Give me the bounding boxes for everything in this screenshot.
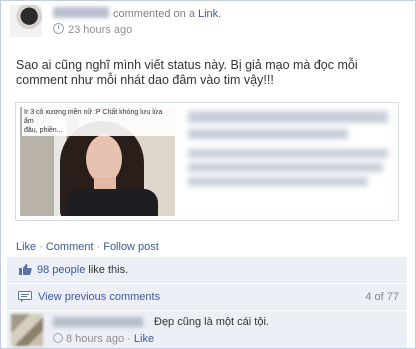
author-name-blurred[interactable] bbox=[53, 7, 109, 18]
likes-suffix: like this. bbox=[88, 264, 129, 276]
likes-count-link[interactable]: 98 people bbox=[37, 264, 85, 276]
photo-caption-line2: đâu, phiền... bbox=[24, 127, 63, 134]
shared-photo[interactable]: Ir 3 cô xương mền nữ :P Chất khóng lưu l… bbox=[20, 107, 175, 216]
story-action-text: commented on a bbox=[113, 8, 195, 20]
shared-link-attachment[interactable]: Ir 3 cô xương mền nữ :P Chất khóng lưu l… bbox=[15, 102, 399, 221]
commenter-avatar[interactable] bbox=[11, 314, 43, 346]
link-title-blurred[interactable] bbox=[188, 111, 388, 123]
author-avatar[interactable] bbox=[10, 5, 42, 37]
comment-like-action[interactable]: Like bbox=[134, 333, 154, 345]
photo-caption-line1: Ir 3 cô xương mền nữ :P Chất khóng lưu l… bbox=[24, 109, 163, 125]
clock-icon bbox=[53, 23, 64, 34]
comment-bubble-icon bbox=[18, 291, 32, 302]
comment-time[interactable]: 8 hours ago bbox=[66, 333, 124, 345]
likes-summary: 98 people like this. bbox=[7, 257, 407, 283]
thumbs-up-icon bbox=[19, 264, 32, 275]
photo-caption: Ir 3 cô xương mền nữ :P Chất khóng lưu l… bbox=[22, 107, 175, 136]
comment-meta: 8 hours ago · Like bbox=[53, 333, 154, 345]
comment-text: Đẹp cũng là một cái tội. bbox=[154, 316, 269, 328]
link-domain-blurred bbox=[188, 129, 348, 139]
separator: · bbox=[127, 333, 131, 345]
follow-post-action[interactable]: Follow post bbox=[103, 241, 159, 253]
view-previous-comments-link[interactable]: View previous comments bbox=[38, 291, 160, 303]
link-desc-blurred-3 bbox=[188, 177, 368, 186]
story-header: commented on a Link. bbox=[53, 7, 221, 20]
link-anchor[interactable]: Link. bbox=[198, 8, 221, 20]
like-action[interactable]: Like bbox=[16, 241, 36, 253]
comment-counter: 4 of 77 bbox=[365, 291, 399, 303]
commenter-name-blurred[interactable] bbox=[53, 317, 143, 327]
status-text: Sao ai cũng nghĩ mình viết status này. B… bbox=[16, 58, 358, 87]
comment-action[interactable]: Comment bbox=[46, 241, 94, 253]
story-time[interactable]: 23 hours ago bbox=[68, 24, 132, 36]
story-timestamp[interactable]: 23 hours ago bbox=[53, 23, 132, 36]
separator: · bbox=[39, 241, 43, 253]
feed-story: commented on a Link. 23 hours ago Sao ai… bbox=[0, 0, 416, 349]
link-desc-blurred-2 bbox=[188, 163, 383, 172]
view-previous-comments-bar[interactable]: View previous comments 4 of 77 bbox=[7, 284, 407, 310]
comment-item: Đẹp cũng là một cái tội. 8 hours ago · L… bbox=[7, 311, 407, 348]
link-desc-blurred-1 bbox=[188, 149, 388, 158]
separator: · bbox=[96, 241, 101, 253]
story-actions: Like · Comment · Follow post bbox=[16, 241, 159, 253]
clock-icon bbox=[53, 333, 63, 343]
